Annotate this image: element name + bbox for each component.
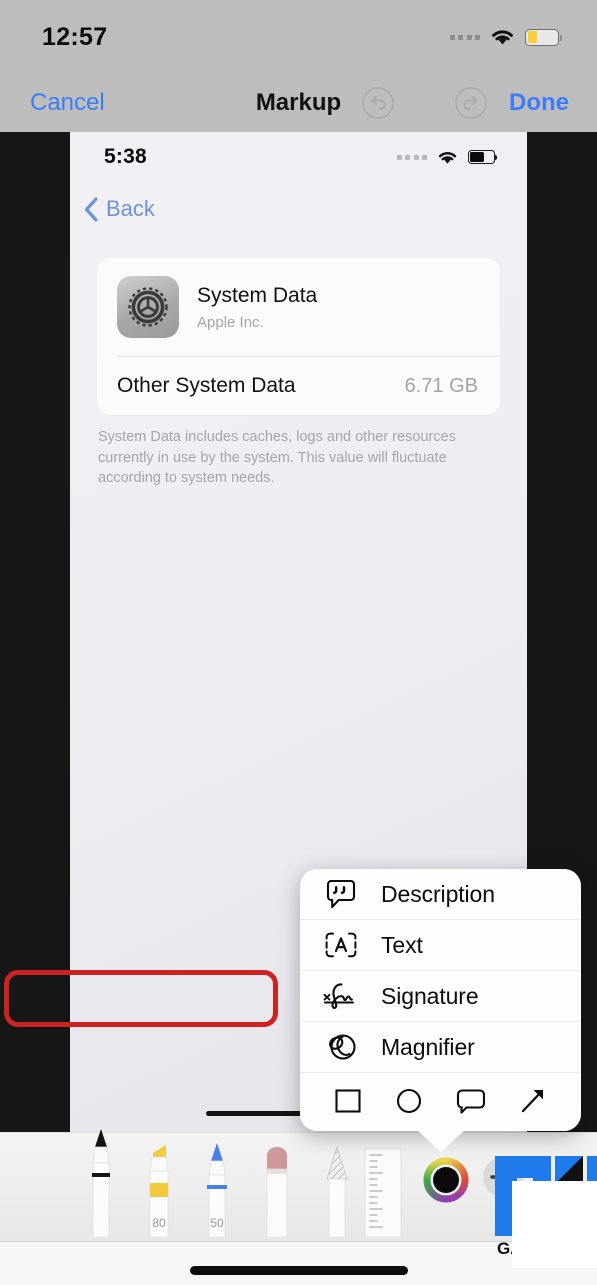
- speech-bubble-quote-icon: [321, 879, 361, 909]
- popup-pointer-tail: [416, 1130, 465, 1152]
- app-developer: Apple Inc.: [197, 313, 264, 331]
- marker-tool[interactable]: 50: [202, 1137, 232, 1242]
- watermark-occluder: [512, 1181, 597, 1268]
- app-name: System Data: [197, 284, 318, 308]
- cellular-signal-icon: [449, 34, 480, 40]
- app-header-row: System Data Apple Inc.: [97, 258, 500, 356]
- redo-icon[interactable]: [454, 86, 488, 120]
- text-box-a-icon: [321, 932, 361, 958]
- app-info: System Data Apple Inc.: [197, 283, 317, 330]
- inner-nav-bar: Back: [70, 182, 527, 236]
- eraser-tool[interactable]: [262, 1141, 292, 1242]
- marker-size-label: 50: [210, 1216, 224, 1230]
- magnifier-icon: [321, 1032, 361, 1062]
- row-label: Other System Data: [117, 374, 296, 397]
- pen-tool[interactable]: [86, 1127, 116, 1242]
- lasso-tool[interactable]: [322, 1145, 352, 1242]
- menu-item-label: Description: [381, 880, 495, 907]
- color-wheel-icon[interactable]: [421, 1155, 471, 1210]
- signature-icon: [321, 981, 361, 1011]
- menu-item-label: Signature: [381, 982, 479, 1009]
- footnote-text: System Data includes caches, logs and ot…: [98, 429, 456, 487]
- page-title: Markup: [255, 89, 342, 116]
- cellular-signal-icon: [396, 154, 427, 160]
- markup-options-popup: Description Text Signature Magnifier: [300, 869, 581, 1152]
- row-value: 6.71 GB: [404, 374, 478, 397]
- battery-low-power-icon: [525, 28, 563, 46]
- ruler-tool[interactable]: [362, 1147, 404, 1242]
- markup-toolbar: Cancel Markup Done: [0, 74, 597, 132]
- undo-icon[interactable]: [361, 86, 395, 120]
- shape-tools-row: [300, 1073, 581, 1131]
- inner-status-indicators: [396, 150, 498, 165]
- menu-item-label: Magnifier: [381, 1033, 475, 1060]
- chevron-left-icon: [84, 196, 98, 222]
- menu-item-description[interactable]: Description: [300, 869, 581, 920]
- wifi-icon: [438, 151, 457, 164]
- menu-item-magnifier[interactable]: Magnifier: [300, 1022, 581, 1073]
- menu-item-label: Text: [381, 931, 423, 958]
- home-indicator[interactable]: [189, 1266, 408, 1275]
- battery-icon: [468, 150, 498, 164]
- menu-item-text[interactable]: Text: [300, 920, 581, 971]
- square-shape-icon[interactable]: [332, 1084, 364, 1121]
- settings-gear-icon: [117, 276, 179, 338]
- arrow-shape-icon[interactable]: [517, 1084, 549, 1121]
- done-button[interactable]: Done: [509, 89, 569, 117]
- status-bar: 12:57: [0, 0, 597, 74]
- inner-status-clock: 5:38: [104, 145, 147, 168]
- other-system-data-row[interactable]: Other System Data 6.71 GB: [97, 357, 500, 415]
- back-button[interactable]: Back: [84, 196, 155, 222]
- markup-editor-screen: 12:57 Cancel Markup Done 5:38 Back Syste…: [0, 0, 597, 1285]
- wifi-icon: [492, 30, 513, 45]
- status-indicators: [449, 28, 563, 46]
- inner-status-bar: 5:38: [70, 132, 527, 182]
- speech-bubble-shape-icon[interactable]: [454, 1084, 488, 1121]
- menu-item-signature[interactable]: Signature: [300, 971, 581, 1022]
- circle-shape-icon[interactable]: [393, 1084, 425, 1121]
- status-clock: 12:57: [42, 22, 108, 51]
- highlighter-tool[interactable]: 80: [144, 1137, 174, 1242]
- system-data-card: System Data Apple Inc. Other System Data…: [97, 258, 500, 415]
- back-label: Back: [106, 196, 155, 221]
- highlighter-size-label: 80: [152, 1216, 166, 1230]
